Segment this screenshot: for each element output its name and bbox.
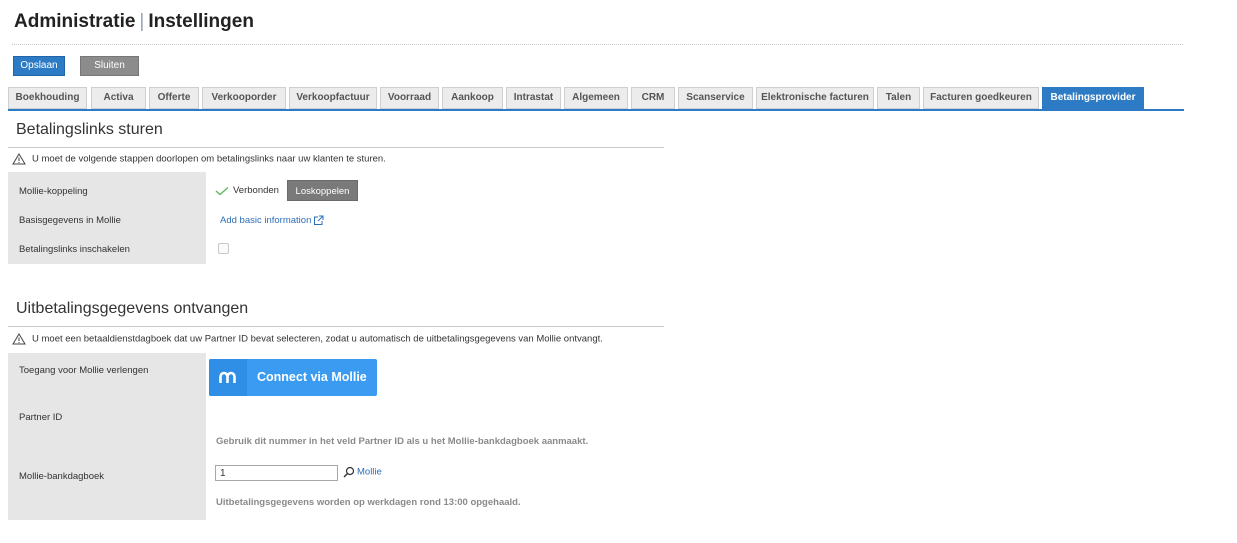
settings-tabs: Boekhouding Activa Offerte Verkooporder … xyxy=(8,87,1184,111)
check-icon xyxy=(215,186,229,195)
tab-facturen-goedkeuren[interactable]: Facturen goedkeuren xyxy=(923,87,1039,109)
mollie-logo-icon xyxy=(219,371,236,383)
page-title: Administratie | Instellingen xyxy=(14,11,254,33)
tab-talen[interactable]: Talen xyxy=(877,87,920,109)
add-basic-information-link-text: Add basic information xyxy=(220,215,312,227)
mollie-bank-journal-lookup-text: Mollie xyxy=(357,466,382,478)
payouts-warning-text: U moet een betaaldienstdagboek dat uw Pa… xyxy=(32,333,603,345)
close-button[interactable]: Sluiten xyxy=(80,56,139,76)
page-title-module: Administratie xyxy=(14,11,136,32)
disconnect-button[interactable]: Loskoppelen xyxy=(287,180,358,201)
payment-links-section-title: Betalingslinks sturen xyxy=(16,121,163,138)
partner-id-label: Partner ID xyxy=(19,412,63,423)
search-icon xyxy=(343,466,355,478)
tab-verkooporder[interactable]: Verkooporder xyxy=(202,87,286,109)
warning-triangle-icon xyxy=(12,333,26,345)
connect-via-mollie-button[interactable]: Connect via Mollie xyxy=(209,359,377,396)
mollie-bank-journal-lookup[interactable]: Mollie xyxy=(343,466,382,478)
connect-via-mollie-label: Connect via Mollie xyxy=(257,370,367,384)
tab-algemeen[interactable]: Algemeen xyxy=(564,87,628,109)
tab-activa[interactable]: Activa xyxy=(91,87,146,109)
tab-boekhouding[interactable]: Boekhouding xyxy=(8,87,87,109)
tab-verkoopfactuur[interactable]: Verkoopfactuur xyxy=(289,87,377,109)
payouts-label-column xyxy=(8,353,206,520)
connection-status: Verbonden xyxy=(215,185,279,196)
connection-status-text: Verbonden xyxy=(233,185,279,196)
page-title-page: Instellingen xyxy=(148,11,254,32)
tab-voorraad[interactable]: Voorraad xyxy=(380,87,439,109)
payment-links-divider xyxy=(8,147,664,148)
mollie-logo-box xyxy=(209,359,247,396)
payouts-section-title: Uitbetalingsgegevens ontvangen xyxy=(16,300,249,317)
payouts-warning: U moet een betaaldienstdagboek dat uw Pa… xyxy=(12,333,603,345)
tab-betalingsprovider[interactable]: Betalingsprovider xyxy=(1042,87,1144,109)
tab-elektronische-facturen[interactable]: Elektronische facturen xyxy=(756,87,874,109)
payout-schedule-hint: Uitbetalingsgegevens worden op werkdagen… xyxy=(216,497,521,508)
payouts-divider xyxy=(8,326,664,327)
save-button[interactable]: Opslaan xyxy=(13,56,65,76)
tab-crm[interactable]: CRM xyxy=(631,87,675,109)
enable-payment-links-label: Betalingslinks inschakelen xyxy=(19,244,130,255)
add-basic-information-link[interactable]: Add basic information xyxy=(220,215,324,226)
tab-aankoop[interactable]: Aankoop xyxy=(442,87,503,109)
mollie-bank-journal-label: Mollie-bankdagboek xyxy=(19,471,105,482)
payment-links-warning: U moet de volgende stappen doorlopen om … xyxy=(12,153,386,165)
tab-scanservice[interactable]: Scanservice xyxy=(678,87,753,109)
tab-intrastat[interactable]: Intrastat xyxy=(506,87,561,109)
external-link-icon xyxy=(314,215,324,225)
basic-info-label: Basisgegevens in Mollie xyxy=(19,215,121,226)
mollie-link-label: Mollie-koppeling xyxy=(19,186,88,197)
enable-payment-links-checkbox[interactable] xyxy=(218,243,229,254)
mollie-access-label: Toegang voor Mollie verlengen xyxy=(19,365,149,376)
partner-id-hint: Gebruik dit nummer in het veld Partner I… xyxy=(216,436,589,447)
payment-links-warning-text: U moet de volgende stappen doorlopen om … xyxy=(32,153,386,165)
warning-triangle-icon xyxy=(12,153,26,165)
page-title-separator: | xyxy=(139,11,145,32)
tab-offerte[interactable]: Offerte xyxy=(149,87,199,109)
title-divider xyxy=(12,44,1183,45)
mollie-bank-journal-input[interactable] xyxy=(215,465,338,481)
